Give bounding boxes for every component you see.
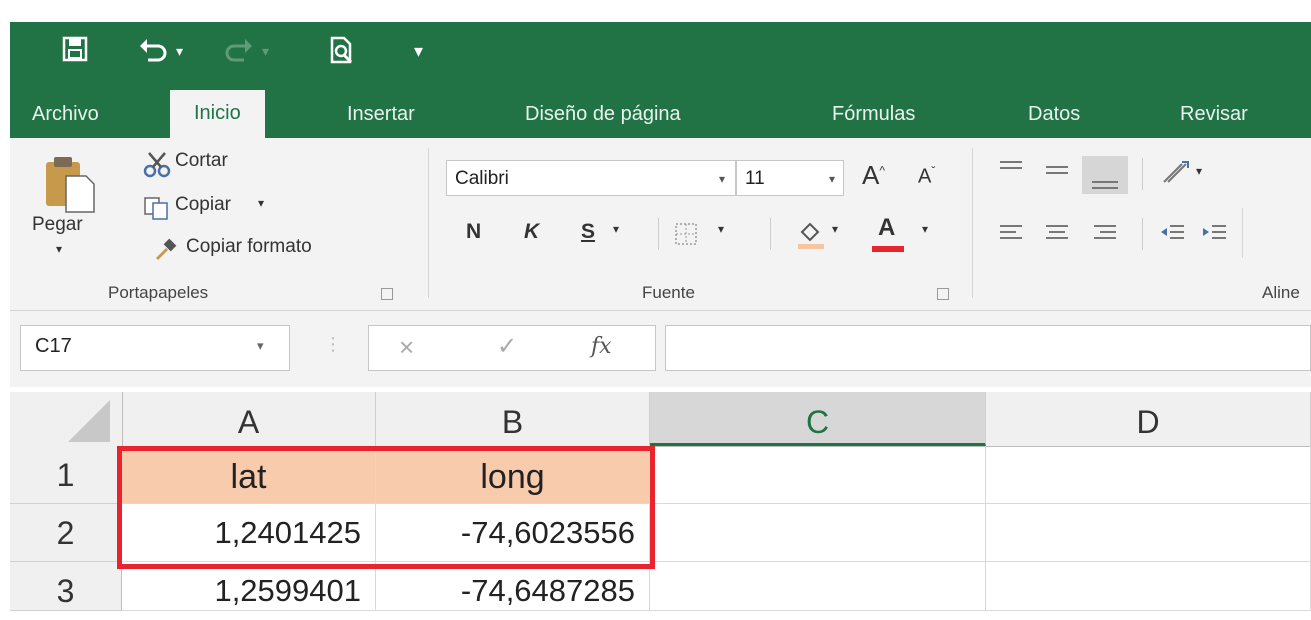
format-painter-label: Copiar formato xyxy=(186,236,312,257)
column-headers: A B C D xyxy=(10,392,1311,447)
align-left-icon[interactable] xyxy=(998,222,1024,249)
title-bar: ▾ ▾ ▾ xyxy=(10,22,1311,84)
print-preview-icon[interactable] xyxy=(328,36,356,70)
row-header-2[interactable]: 2 xyxy=(10,504,122,562)
enter-button[interactable]: ✓ xyxy=(497,332,517,361)
ribbon: Pegar ▾ Cortar Copiar ▾ Copiar formato P… xyxy=(10,138,1311,311)
divider xyxy=(1142,158,1143,190)
column-header-a[interactable]: A xyxy=(122,392,376,446)
select-all-button[interactable] xyxy=(10,392,123,446)
font-size-combo[interactable]: 11 ▾ xyxy=(736,160,844,196)
align-center-icon[interactable] xyxy=(1044,222,1070,249)
highlight-rectangle xyxy=(117,446,655,569)
name-box-dropdown-icon[interactable]: ▾ xyxy=(257,338,264,354)
decrease-indent-icon[interactable] xyxy=(1158,222,1186,249)
undo-dropdown-icon[interactable]: ▾ xyxy=(176,36,183,66)
divider xyxy=(1142,218,1143,250)
name-box[interactable]: C17 ▾ xyxy=(20,325,290,371)
column-header-d[interactable]: D xyxy=(986,392,1311,446)
font-size-dropdown-icon[interactable]: ▾ xyxy=(829,161,835,197)
font-launcher-icon[interactable] xyxy=(937,288,949,300)
formula-input[interactable] xyxy=(665,325,1311,371)
group-label-alignment: Aline xyxy=(1262,283,1300,302)
cell-d2[interactable] xyxy=(986,504,1311,562)
font-color-button[interactable]: A xyxy=(878,214,895,242)
name-box-value: C17 xyxy=(35,335,72,357)
redo-icon xyxy=(224,36,254,68)
font-color-swatch xyxy=(872,246,904,252)
paintbrush-icon xyxy=(153,238,177,267)
column-header-b[interactable]: B xyxy=(376,392,650,446)
cell-a3[interactable]: 1,2599401 xyxy=(122,562,376,611)
group-label-font: Fuente xyxy=(642,283,695,302)
font-name-value: Calibri xyxy=(455,168,509,189)
cell-c1[interactable] xyxy=(650,446,986,504)
scissors-icon xyxy=(143,152,171,183)
align-right-icon[interactable] xyxy=(1092,222,1118,249)
undo-icon[interactable] xyxy=(138,36,168,68)
cell-c3[interactable] xyxy=(650,562,986,611)
formula-buttons: × ✓ fx xyxy=(368,325,656,371)
tab-insertar[interactable]: Insertar xyxy=(347,96,415,138)
group-separator xyxy=(1242,208,1243,258)
copy-dropdown-icon[interactable]: ▾ xyxy=(258,196,264,210)
borders-icon[interactable] xyxy=(674,222,698,251)
font-size-value: 11 xyxy=(745,168,765,189)
cell-c2[interactable] xyxy=(650,504,986,562)
orientation-icon[interactable] xyxy=(1160,158,1190,191)
copy-label: Copiar xyxy=(175,194,231,215)
font-name-combo[interactable]: Calibri ▾ xyxy=(446,160,736,196)
paste-button[interactable]: Pegar ▾ xyxy=(32,154,100,256)
divider xyxy=(658,218,659,250)
customize-qat-icon[interactable]: ▾ xyxy=(414,36,423,66)
cell-b3[interactable]: -74,6487285 xyxy=(376,562,650,611)
fill-color-dropdown-icon[interactable]: ▾ xyxy=(832,222,838,236)
save-icon[interactable] xyxy=(62,36,88,68)
formula-bar-splitter-icon[interactable]: ⋮ xyxy=(324,334,342,355)
clipboard-launcher-icon[interactable] xyxy=(381,288,393,300)
bold-button[interactable]: N xyxy=(466,220,481,244)
increase-font-icon[interactable]: A^ xyxy=(862,160,885,191)
underline-button[interactable]: S xyxy=(581,220,595,244)
increase-indent-icon[interactable] xyxy=(1200,222,1228,249)
align-middle-icon[interactable] xyxy=(1044,158,1070,185)
insert-function-button[interactable]: fx xyxy=(591,334,612,359)
align-bottom-icon[interactable] xyxy=(1082,156,1128,194)
align-top-icon[interactable] xyxy=(998,158,1024,185)
decrease-font-icon[interactable]: Aˇ xyxy=(918,164,935,189)
fill-color-icon[interactable] xyxy=(796,218,826,255)
underline-dropdown-icon[interactable]: ▾ xyxy=(613,222,619,236)
tab-archivo[interactable]: Archivo xyxy=(32,96,99,138)
copy-icon xyxy=(143,196,171,225)
font-color-dropdown-icon[interactable]: ▾ xyxy=(922,222,928,236)
cell-d1[interactable] xyxy=(986,446,1311,504)
ribbon-tabs: Archivo Inicio Insertar Diseño de página… xyxy=(10,84,1311,138)
paste-label: Pegar xyxy=(32,214,83,235)
tab-formulas[interactable]: Fórmulas xyxy=(832,96,915,138)
orientation-dropdown-icon[interactable]: ▾ xyxy=(1196,164,1202,178)
tab-datos[interactable]: Datos xyxy=(1028,96,1080,138)
group-label-clipboard: Portapapeles xyxy=(108,283,209,302)
borders-dropdown-icon[interactable]: ▾ xyxy=(718,222,724,236)
paste-dropdown-icon[interactable]: ▾ xyxy=(56,242,62,256)
tab-diseno-de-pagina[interactable]: Diseño de página xyxy=(525,96,681,138)
column-header-c[interactable]: C xyxy=(650,392,986,446)
italic-button[interactable]: K xyxy=(524,220,539,244)
group-separator xyxy=(428,148,429,298)
row-header-3[interactable]: 3 xyxy=(10,562,122,611)
divider xyxy=(770,218,771,250)
cell-d3[interactable] xyxy=(986,562,1311,611)
group-separator xyxy=(972,148,973,298)
tab-inicio[interactable]: Inicio xyxy=(170,90,265,138)
redo-dropdown-icon: ▾ xyxy=(262,43,270,59)
row-header-1[interactable]: 1 xyxy=(10,446,122,504)
cancel-button[interactable]: × xyxy=(399,332,414,363)
tab-revisar[interactable]: Revisar xyxy=(1180,96,1248,138)
cut-label: Cortar xyxy=(175,150,228,171)
font-name-dropdown-icon[interactable]: ▾ xyxy=(719,161,725,197)
